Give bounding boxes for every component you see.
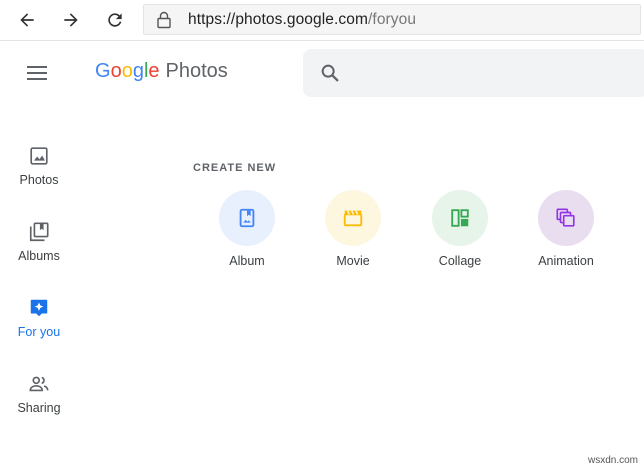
brand-letter: o	[121, 60, 133, 82]
product-name: Photos	[165, 60, 228, 82]
url-host: https://photos.google.com	[188, 11, 369, 28]
albums-icon	[29, 222, 49, 242]
create-item-label: Animation	[538, 254, 594, 268]
create-collage-button[interactable]: Collage	[415, 190, 505, 268]
forward-button[interactable]	[57, 6, 85, 34]
search-input[interactable]	[303, 49, 644, 97]
sidebar-item-for-you[interactable]: For you	[0, 297, 78, 357]
arrow-left-icon	[20, 13, 34, 27]
collage-icon	[451, 209, 469, 227]
hamburger-line	[27, 78, 47, 80]
url-text: https://photos.google.com/foryou	[188, 11, 416, 29]
create-new-heading: CREATE NEW	[193, 162, 277, 174]
brand-letter: g	[132, 60, 144, 82]
create-item-label: Movie	[336, 254, 370, 268]
create-album-button[interactable]: Album	[202, 190, 292, 268]
sidebar-item-label: Sharing	[17, 401, 61, 415]
arrow-right-icon	[64, 13, 78, 27]
search-icon[interactable]	[319, 62, 341, 84]
create-movie-button[interactable]: Movie	[308, 190, 398, 268]
brand-letter: G	[95, 60, 111, 82]
sidebar-item-photos[interactable]: Photos	[0, 145, 78, 205]
brand-letter: e	[148, 60, 160, 82]
album-circle	[219, 190, 275, 246]
movie-icon	[343, 210, 363, 227]
album-icon	[239, 208, 255, 228]
reload-button[interactable]	[101, 6, 129, 34]
for-you-icon	[30, 299, 48, 317]
collage-circle	[432, 190, 488, 246]
url-path: /foryou	[368, 11, 417, 28]
main-menu-button[interactable]	[24, 62, 50, 84]
google-photos-logo[interactable]: Google Photos	[95, 60, 228, 83]
back-button[interactable]	[13, 6, 41, 34]
movie-circle	[325, 190, 381, 246]
sidebar-item-sharing[interactable]: Sharing	[0, 373, 78, 433]
animation-circle	[538, 190, 594, 246]
create-animation-button[interactable]: Animation	[521, 190, 611, 268]
hamburger-line	[27, 72, 47, 74]
sidebar-item-albums[interactable]: Albums	[0, 221, 78, 281]
brand-letter: o	[110, 60, 122, 82]
people-icon	[29, 376, 49, 392]
create-item-label: Collage	[438, 254, 482, 268]
address-bar[interactable]: https://photos.google.com/foryou	[143, 4, 641, 35]
sidebar-item-label: Albums	[18, 249, 60, 263]
sidebar-item-label: Photos	[19, 173, 59, 187]
lock-icon	[157, 11, 171, 29]
browser-toolbar: https://photos.google.com/foryou	[0, 0, 644, 41]
sidebar-item-label: For you	[17, 325, 61, 339]
reload-icon	[108, 13, 122, 27]
hamburger-menu-icon	[27, 66, 47, 68]
animation-icon	[556, 208, 575, 227]
watermark: wsxdn.com	[587, 455, 638, 466]
photo-icon	[30, 147, 48, 165]
create-item-label: Album	[229, 254, 265, 268]
